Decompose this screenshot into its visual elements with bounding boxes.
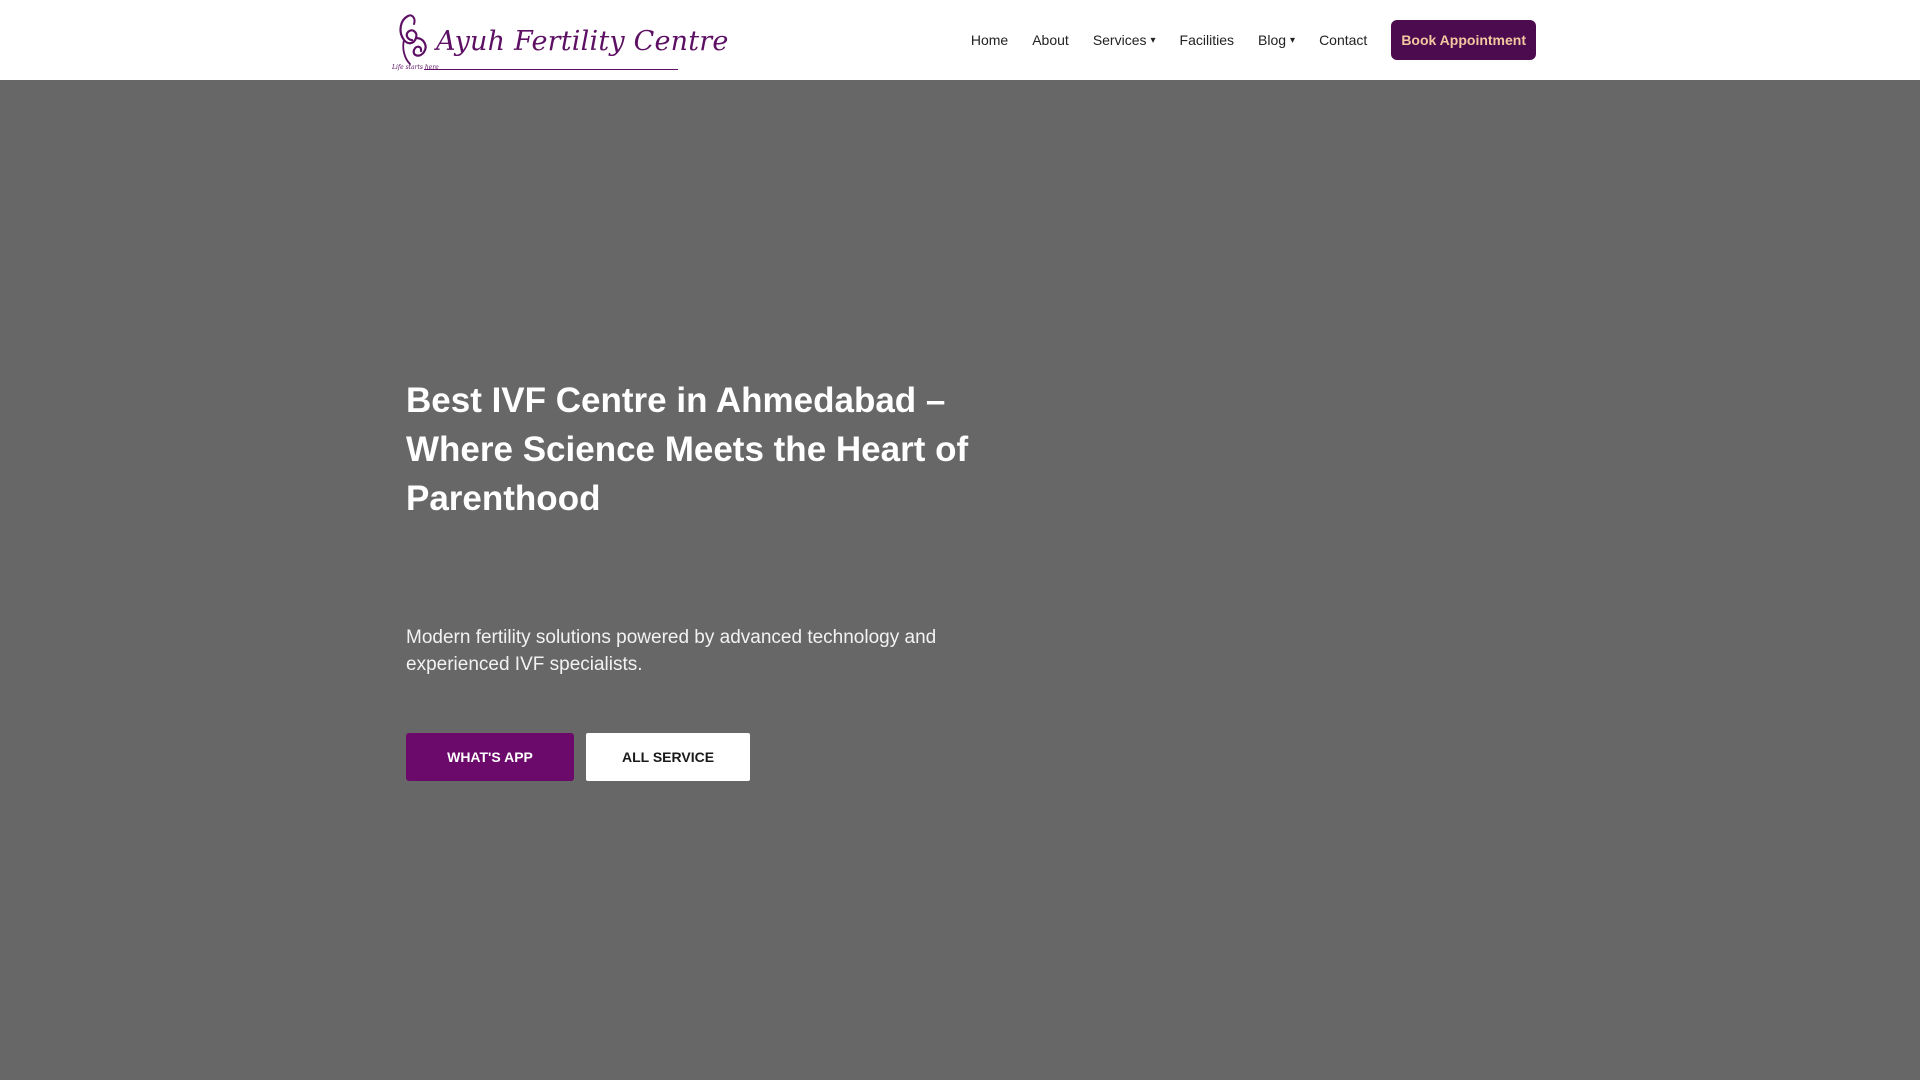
hero-title: Best IVF Centre in Ahmedabad – Where Sci… — [406, 381, 969, 518]
nav-item-label: Services — [1092, 32, 1147, 48]
site-logo[interactable]: Ayuh Fertility Centre Life starts here — [390, 12, 728, 72]
nav-item-blog[interactable]: Blog ▾ — [1258, 32, 1295, 48]
nav-item-services[interactable]: Services ▾ — [1093, 32, 1156, 48]
book-appointment-button[interactable]: Book Appointment — [1391, 20, 1536, 60]
hero-buttons: WHAT'S APP ALL SERVICE — [406, 733, 750, 781]
whatsapp-button[interactable]: WHAT'S APP — [406, 733, 574, 781]
nav-item-label: Home — [970, 32, 1009, 48]
logo-underline — [424, 69, 678, 70]
site-header: Ayuh Fertility Centre Life starts here H… — [0, 0, 1920, 80]
chevron-down-icon: ▾ — [1290, 34, 1296, 46]
chevron-down-icon: ▾ — [1150, 34, 1156, 46]
hero-section — [0, 80, 1920, 1080]
nav-item-facilities[interactable]: Facilities — [1180, 32, 1234, 48]
hero-subtitle: Modern fertility solutions powered by ad… — [406, 627, 937, 675]
nav-item-label: Facilities — [1179, 32, 1234, 48]
nav-item-home[interactable]: Home — [971, 32, 1008, 48]
logo-text: Ayuh Fertility Centre — [436, 26, 729, 57]
main-nav: Home About Services ▾ Facilities Blog ▾ … — [971, 20, 1536, 60]
all-service-button[interactable]: ALL SERVICE — [586, 733, 750, 781]
nav-item-label: About — [1032, 32, 1069, 48]
nav-item-about[interactable]: About — [1032, 32, 1069, 48]
fertility-logo-icon — [399, 14, 427, 65]
nav-item-label: Blog — [1258, 32, 1287, 48]
nav-item-label: Contact — [1319, 32, 1368, 48]
header-container: Ayuh Fertility Centre Life starts here H… — [390, 0, 1536, 80]
nav-item-contact[interactable]: Contact — [1319, 32, 1367, 48]
